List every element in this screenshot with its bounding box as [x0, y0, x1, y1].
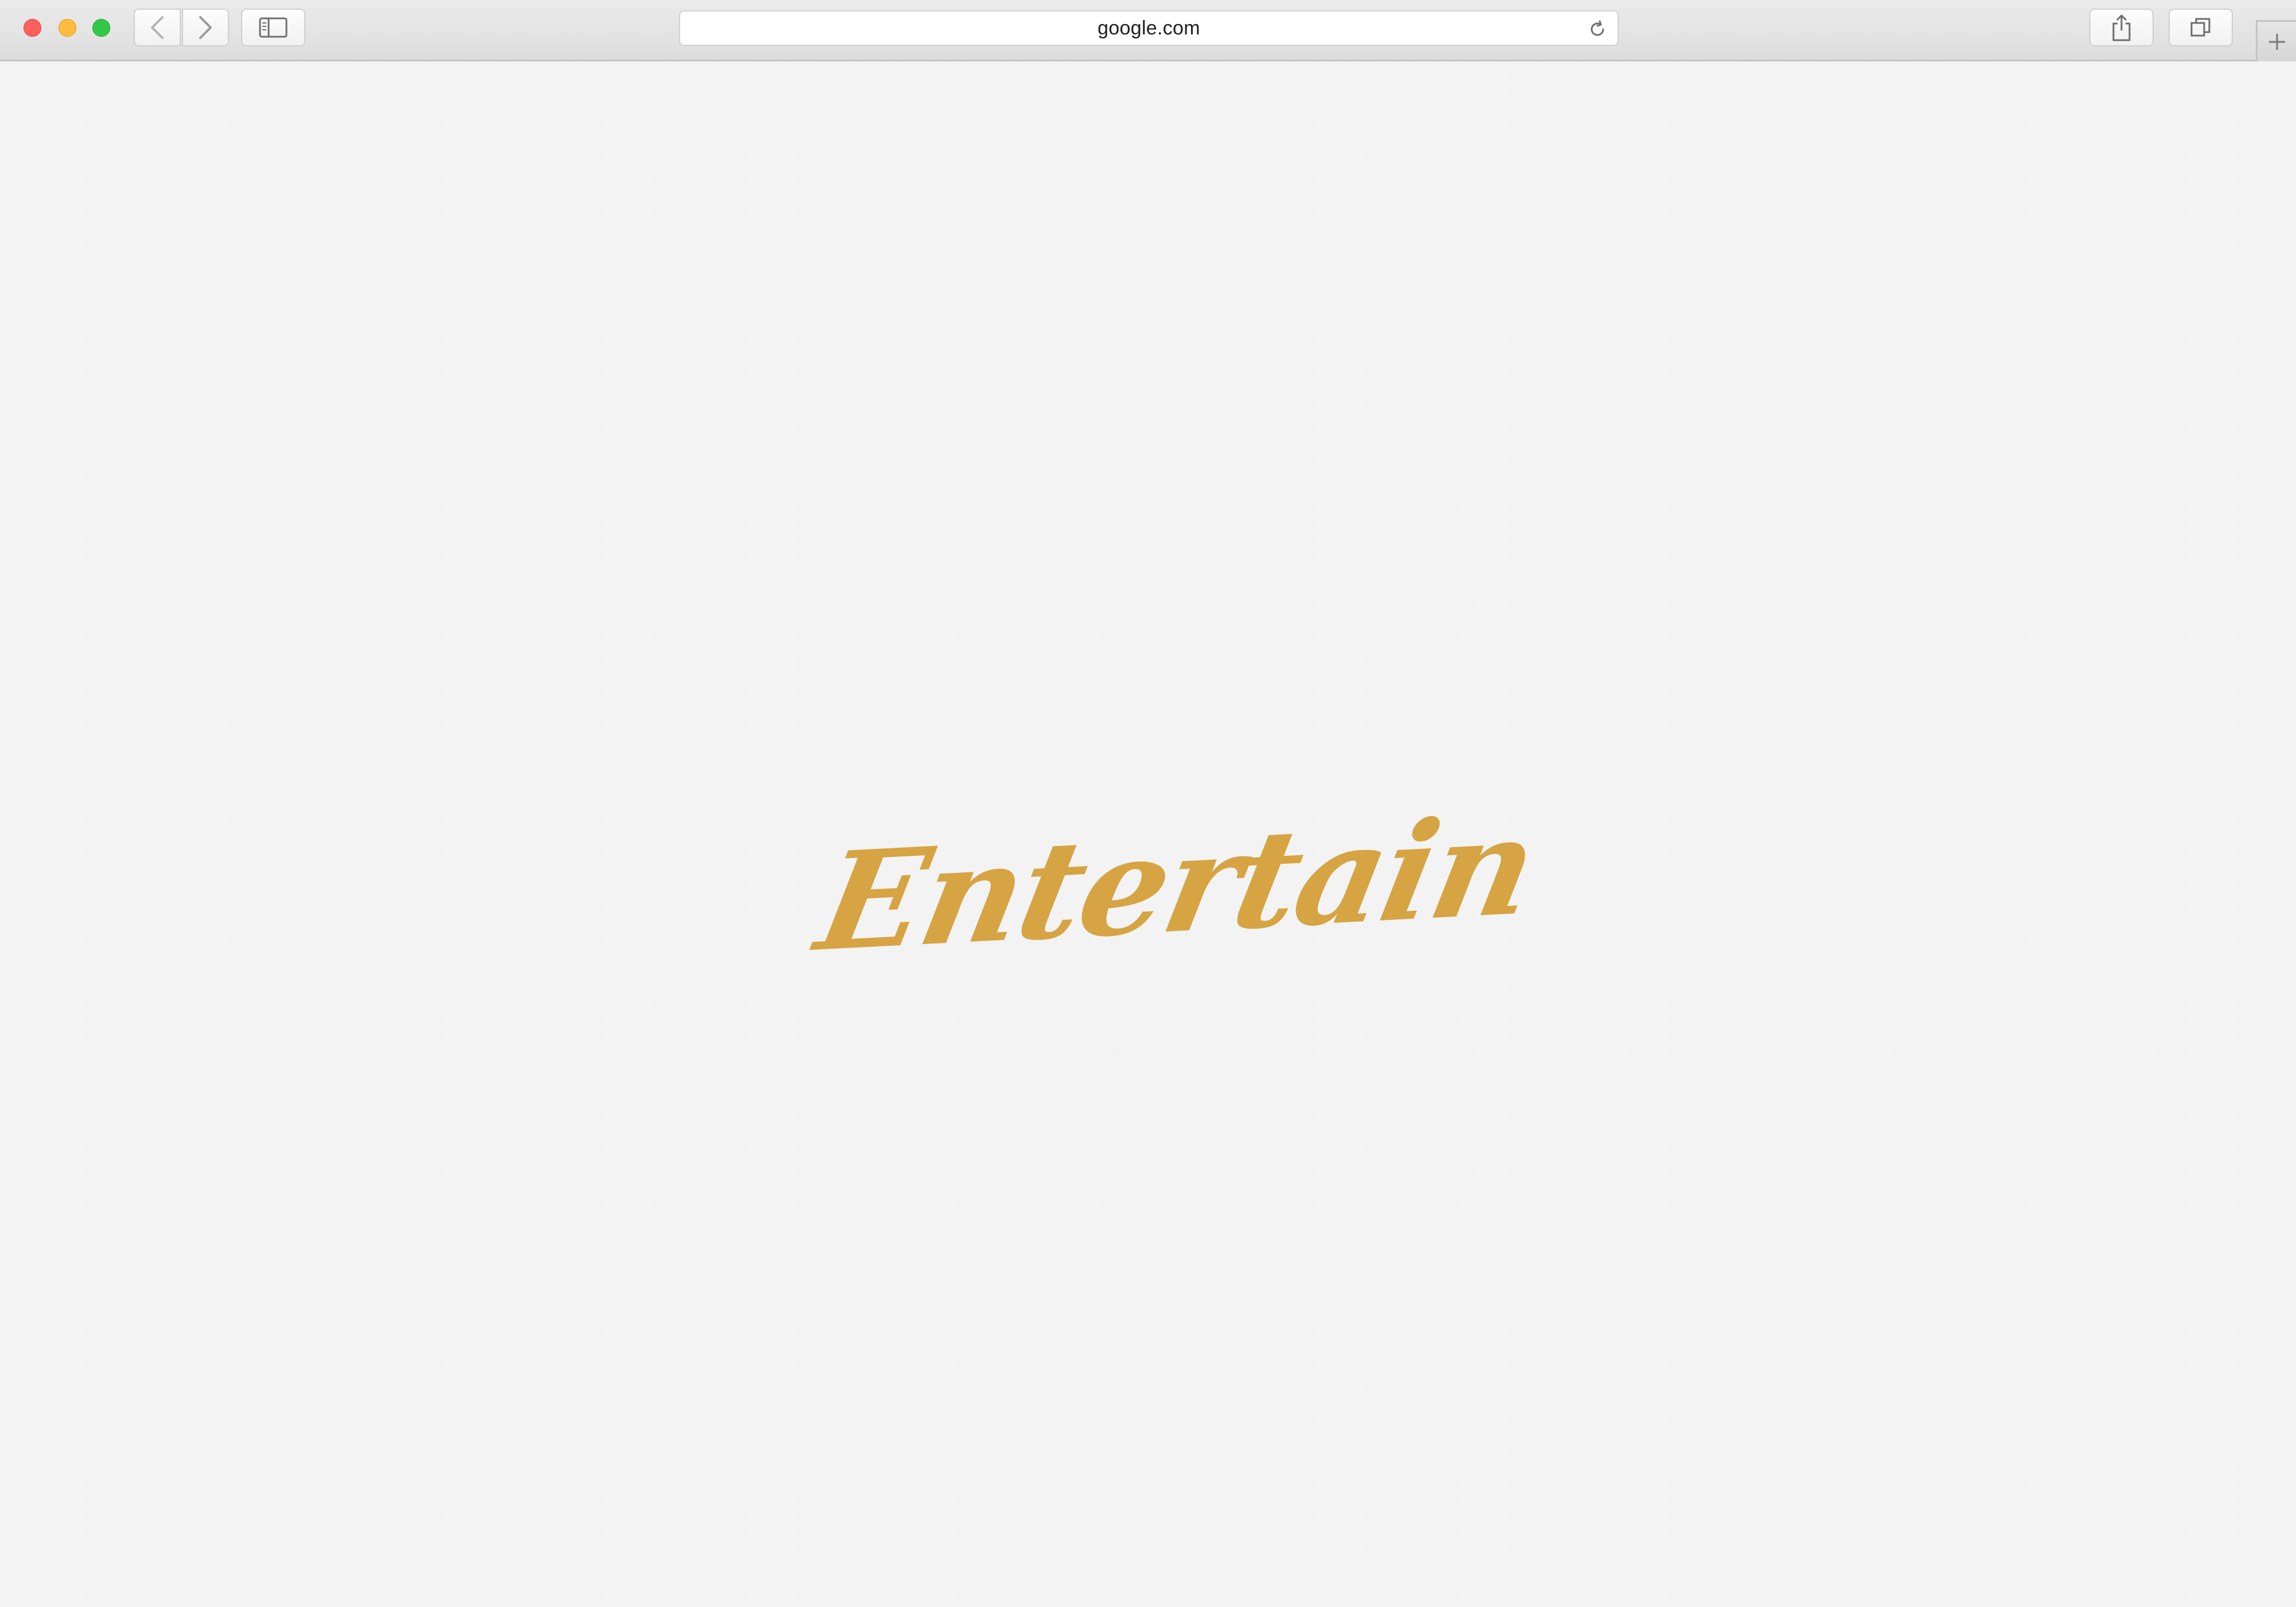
- sidebar-toggle-button[interactable]: [241, 9, 305, 46]
- tab-overview-button[interactable]: [2169, 9, 2233, 46]
- browser-toolbar: google.com: [0, 0, 2296, 61]
- zoom-window-button[interactable]: [92, 19, 110, 37]
- tabs-overview-icon: [2190, 18, 2210, 37]
- forward-button[interactable]: [182, 9, 229, 46]
- new-tab-button[interactable]: [2256, 20, 2296, 61]
- plus-icon: [2268, 33, 2285, 50]
- chevron-right-icon: [199, 16, 212, 39]
- back-button[interactable]: [134, 9, 181, 46]
- reload-icon[interactable]: [1588, 20, 1607, 39]
- url-text: google.com: [1097, 17, 1200, 39]
- address-bar[interactable]: google.com: [679, 10, 1619, 46]
- minimize-window-button[interactable]: [59, 19, 76, 37]
- share-button[interactable]: [2089, 9, 2154, 46]
- logo-text: Entertain: [806, 786, 1548, 982]
- close-window-button[interactable]: [24, 19, 41, 37]
- share-icon: [2112, 14, 2131, 41]
- sidebar-icon: [259, 17, 288, 38]
- browser-window: google.com Entertain: [0, 0, 2296, 1607]
- entertain-logo[interactable]: Entertain: [806, 786, 1547, 982]
- web-page-content: Entertain: [0, 63, 2296, 1607]
- chevron-left-icon: [151, 16, 164, 39]
